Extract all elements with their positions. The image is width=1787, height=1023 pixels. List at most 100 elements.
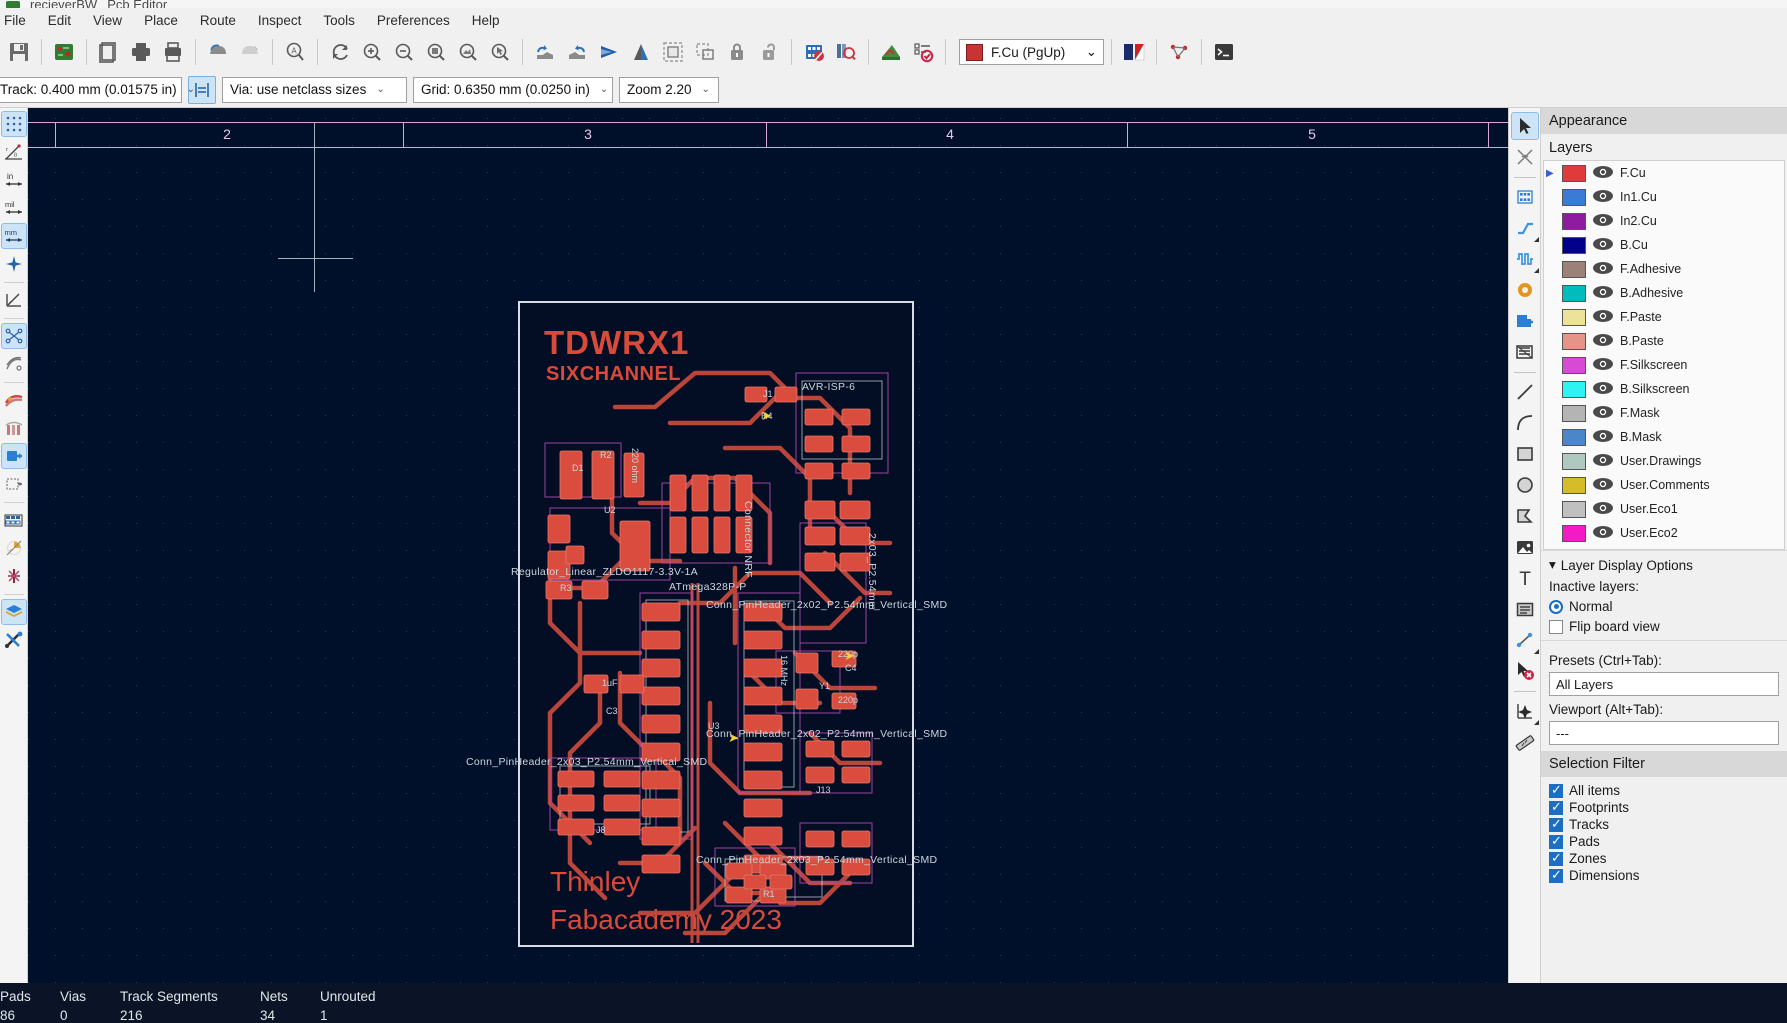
layer-color-swatch[interactable] xyxy=(1562,236,1586,254)
eye-icon[interactable] xyxy=(1592,501,1614,517)
save-icon[interactable] xyxy=(4,37,34,67)
show-filled-vias-icon[interactable] xyxy=(1,415,27,441)
measure-tool-icon[interactable] xyxy=(1511,728,1539,756)
layer-row-b-cu[interactable]: B.Cu xyxy=(1544,233,1784,257)
zoom-selector[interactable]: Zoom 2.20 ⌄ xyxy=(619,76,719,103)
selection-tool-icon[interactable] xyxy=(1510,112,1539,140)
group-icon[interactable] xyxy=(658,37,688,67)
footprint-editor-icon[interactable] xyxy=(799,37,829,67)
layer-color-swatch[interactable] xyxy=(1562,356,1586,374)
units-inches-icon[interactable]: in xyxy=(1,167,27,193)
draw-rectangle-icon[interactable] xyxy=(1511,440,1539,468)
pcb-board[interactable]: TDWRX1 SIXCHANNEL Thinley Fabacademy 202… xyxy=(518,301,914,947)
add-image-icon[interactable] xyxy=(1511,533,1539,561)
route-tracks-icon[interactable] xyxy=(1511,214,1539,242)
layer-color-swatch[interactable] xyxy=(1562,188,1586,206)
menu-item-view[interactable]: View xyxy=(82,10,133,31)
layer-color-swatch[interactable] xyxy=(1562,212,1586,230)
toggle-pad-numbers-icon[interactable] xyxy=(1,507,27,533)
plot-icon[interactable] xyxy=(158,37,188,67)
add-via-icon[interactable] xyxy=(1511,276,1539,304)
layer-display-options-header[interactable]: ▾ Layer Display Options xyxy=(1549,557,1779,573)
no-zone-outline-icon[interactable] xyxy=(1,563,27,589)
layer-color-swatch[interactable] xyxy=(1562,500,1586,518)
eye-icon[interactable] xyxy=(1592,381,1614,397)
page-settings-icon[interactable] xyxy=(94,37,124,67)
layer-row-f-silkscreen[interactable]: F.Silkscreen xyxy=(1544,353,1784,377)
eye-icon[interactable] xyxy=(1592,477,1614,493)
layer-row-user-drawings[interactable]: User.Drawings xyxy=(1544,449,1784,473)
curved-ratsnest-icon[interactable] xyxy=(1,351,27,377)
menu-item-preferences[interactable]: Preferences xyxy=(366,10,461,31)
show-filled-tracks-icon[interactable] xyxy=(1,387,27,413)
eye-icon[interactable] xyxy=(1592,285,1614,301)
add-dimension-icon[interactable] xyxy=(1511,626,1539,654)
eye-icon[interactable] xyxy=(1592,429,1614,445)
layer-row-b-mask[interactable]: B.Mask xyxy=(1544,425,1784,449)
zoom-fit-page-icon[interactable] xyxy=(421,37,451,67)
zoom-area-icon[interactable] xyxy=(485,37,515,67)
place-footprint-icon[interactable] xyxy=(1511,183,1539,211)
layer-color-swatch[interactable] xyxy=(1562,428,1586,446)
show-filled-pads-icon[interactable] xyxy=(0,443,27,469)
rotate-cw-icon[interactable] xyxy=(562,37,592,67)
menu-item-inspect[interactable]: Inspect xyxy=(247,10,313,31)
redo-icon[interactable] xyxy=(235,37,265,67)
ungroup-icon[interactable] xyxy=(690,37,720,67)
layer-row-b-adhesive[interactable]: B.Adhesive xyxy=(1544,281,1784,305)
eye-icon[interactable] xyxy=(1592,213,1614,229)
net-inspector-icon[interactable] xyxy=(1164,37,1194,67)
filter-zones[interactable]: Zones xyxy=(1549,850,1779,866)
eye-icon[interactable] xyxy=(1592,189,1614,205)
draw-polygon-icon[interactable] xyxy=(1511,502,1539,530)
draw-arc-icon[interactable] xyxy=(1511,409,1539,437)
toggle-45-limit-icon[interactable] xyxy=(1,287,27,313)
drc-icon[interactable] xyxy=(908,37,938,67)
eye-icon[interactable] xyxy=(1592,453,1614,469)
draw-circle-icon[interactable] xyxy=(1511,471,1539,499)
filter-all-items[interactable]: All items xyxy=(1549,782,1779,798)
add-textbox-icon[interactable] xyxy=(1511,595,1539,623)
board-setup-icon[interactable] xyxy=(49,37,79,67)
layer-color-swatch[interactable] xyxy=(1562,524,1586,542)
layer-row-b-silkscreen[interactable]: B.Silkscreen xyxy=(1544,377,1784,401)
show-zone-filled-icon[interactable] xyxy=(1,535,27,561)
filter-dimensions[interactable]: Dimensions xyxy=(1549,867,1779,883)
viewport-selector[interactable]: --- xyxy=(1549,721,1779,745)
zoom-in-icon[interactable] xyxy=(357,37,387,67)
track-width-selector[interactable]: Track: 0.400 mm (0.01575 in) ⌄ xyxy=(0,76,195,103)
layer-color-swatch[interactable] xyxy=(1562,164,1586,182)
layer-color-swatch[interactable] xyxy=(1562,404,1586,422)
filter-footprints[interactable]: Footprints xyxy=(1549,799,1779,815)
zoom-out-icon[interactable] xyxy=(389,37,419,67)
flip-board-view-checkbox[interactable]: Flip board view xyxy=(1549,619,1779,634)
layer-color-swatch[interactable] xyxy=(1562,260,1586,278)
layer-row-f-paste[interactable]: F.Paste xyxy=(1544,305,1784,329)
layer-color-swatch[interactable] xyxy=(1562,308,1586,326)
units-mils-icon[interactable]: mil xyxy=(1,195,27,221)
presets-selector[interactable]: All Layers xyxy=(1549,672,1779,696)
unlock-icon[interactable] xyxy=(754,37,784,67)
zoom-fit-objects-icon[interactable] xyxy=(453,37,483,67)
scripting-console-icon[interactable] xyxy=(1209,37,1239,67)
eye-icon[interactable] xyxy=(1592,357,1614,373)
layer-row-user-eco1[interactable]: User.Eco1 xyxy=(1544,497,1784,521)
via-size-selector[interactable]: Via: use netclass sizes ⌄ xyxy=(222,76,407,103)
menu-item-tools[interactable]: Tools xyxy=(312,10,366,31)
layer-row-user-comments[interactable]: User.Comments xyxy=(1544,473,1784,497)
eye-icon[interactable] xyxy=(1592,405,1614,421)
toggle-polar-coords-icon[interactable]: rθ xyxy=(1,139,27,165)
eye-icon[interactable] xyxy=(1592,309,1614,325)
layer-color-swatch[interactable] xyxy=(1562,380,1586,398)
mirror-vertical-icon[interactable] xyxy=(626,37,656,67)
layer-color-swatch[interactable] xyxy=(1562,332,1586,350)
active-layer-selector[interactable]: F.Cu (PgUp) ⌄ xyxy=(959,39,1104,65)
tune-length-icon[interactable] xyxy=(1511,245,1539,273)
eye-icon[interactable] xyxy=(1592,261,1614,277)
rotate-ccw-icon[interactable] xyxy=(530,37,560,67)
eye-icon[interactable] xyxy=(1592,333,1614,349)
layer-row-f-mask[interactable]: F.Mask xyxy=(1544,401,1784,425)
eye-icon[interactable] xyxy=(1592,165,1614,181)
eye-icon[interactable] xyxy=(1592,525,1614,541)
menu-item-edit[interactable]: Edit xyxy=(37,10,82,31)
